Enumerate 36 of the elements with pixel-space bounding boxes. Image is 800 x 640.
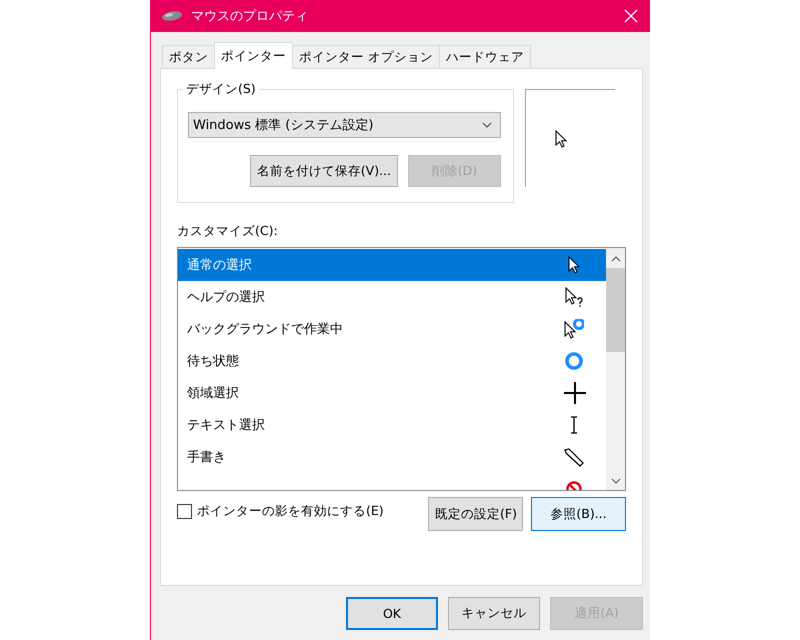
dialog-button[interactable]: OK	[346, 597, 438, 630]
scrollbar[interactable]	[606, 248, 625, 490]
dialog-button[interactable]: キャンセル	[448, 597, 540, 630]
help-cursor-icon	[565, 287, 583, 307]
text-cursor-icon	[570, 416, 578, 434]
list-item[interactable]: バックグラウンドで作業中	[178, 313, 606, 345]
list-item[interactable]: 通常の選択	[178, 249, 606, 281]
window-title: マウスのプロパティ	[191, 8, 309, 25]
chevron-down-icon[interactable]	[610, 478, 620, 484]
design-button[interactable]: 名前を付けて保存(V)...	[250, 155, 398, 187]
pen-icon	[564, 448, 584, 466]
tab[interactable]: ポインター	[214, 42, 293, 69]
list-button[interactable]: 既定の設定(F)	[428, 497, 523, 531]
close-icon[interactable]	[624, 9, 638, 23]
list-item[interactable]: ヘルプの選択	[178, 281, 606, 313]
tab[interactable]: ハードウェア	[438, 45, 531, 68]
chevron-down-icon	[482, 122, 492, 128]
list-item[interactable]: 領域選択	[178, 377, 606, 409]
checkbox[interactable]	[177, 504, 192, 518]
mouse-icon	[161, 10, 183, 22]
arrow-cursor-icon	[554, 130, 566, 148]
wait-cursor-icon	[565, 352, 583, 370]
busy-cursor-icon	[564, 319, 584, 339]
list-button[interactable]: 参照(B)...	[531, 497, 626, 531]
scheme-dropdown[interactable]: Windows 標準 (システム設定)	[188, 112, 501, 138]
chevron-up-icon[interactable]	[610, 256, 620, 262]
checkbox-label: ポインターの影を有効にする(E)	[197, 502, 384, 520]
scroll-thumb[interactable]	[606, 268, 625, 352]
list-item[interactable]: 手書き	[178, 441, 606, 473]
list-item[interactable]: テキスト選択	[178, 409, 606, 441]
list-item[interactable]: 待ち状態	[178, 345, 606, 377]
list-label: カスタマイズ(C):	[177, 223, 278, 240]
tab[interactable]: ボタン	[162, 45, 215, 68]
crosshair-icon	[562, 382, 586, 404]
group-label: デザイン(S)	[183, 81, 259, 98]
arrow-cursor-icon	[568, 256, 580, 274]
